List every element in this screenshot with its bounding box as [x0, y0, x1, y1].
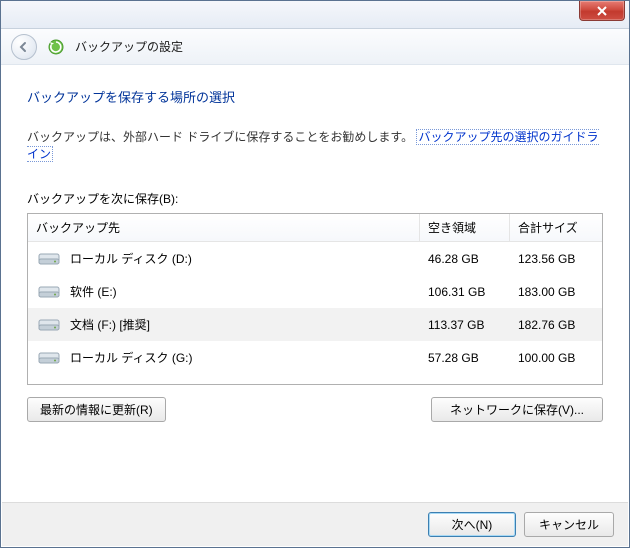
drive-name: ローカル ディスク (G:): [70, 349, 193, 366]
page-heading: バックアップを保存する場所の選択: [27, 87, 603, 106]
close-button[interactable]: [579, 1, 625, 21]
intro-text-row: バックアップは、外部ハード ドライブに保存することをお勧めします。 バックアップ…: [27, 128, 603, 162]
next-button[interactable]: 次へ(N): [428, 512, 516, 537]
list-label: バックアップを次に保存(B):: [27, 190, 603, 207]
save-network-button[interactable]: ネットワークに保存(V)...: [431, 397, 603, 422]
column-header-total[interactable]: 合計サイズ: [510, 214, 602, 241]
window-title: バックアップの設定: [75, 38, 183, 55]
action-button-row: 最新の情報に更新(R) ネットワークに保存(V)...: [27, 397, 603, 422]
total-size: 123.56 GB: [510, 252, 602, 266]
column-header-destination[interactable]: バックアップ先: [28, 214, 420, 241]
back-button[interactable]: [11, 34, 37, 60]
back-arrow-icon: [18, 41, 30, 53]
column-header-free[interactable]: 空き領域: [420, 214, 510, 241]
table-body: ローカル ディスク (D:) 46.28 GB123.56 GB 软件 (E:) 10…: [28, 242, 602, 374]
table-row[interactable]: 文档 (F:) [推奨] 113.37 GB182.76 GB: [28, 308, 602, 341]
titlebar: [1, 1, 629, 29]
content-area: バックアップを保存する場所の選択 バックアップは、外部ハード ドライブに保存する…: [1, 65, 629, 432]
drive-cell: ローカル ディスク (D:): [28, 250, 420, 267]
free-space: 113.37 GB: [420, 318, 510, 332]
drive-cell: ローカル ディスク (G:): [28, 349, 420, 366]
header-bar: バックアップの設定: [1, 29, 629, 65]
drive-icon: [38, 317, 60, 333]
drive-cell: 软件 (E:): [28, 283, 420, 300]
table-spacer: [28, 374, 602, 384]
drive-icon: [38, 251, 60, 267]
total-size: 100.00 GB: [510, 351, 602, 365]
total-size: 183.00 GB: [510, 285, 602, 299]
window-frame: バックアップの設定 バックアップを保存する場所の選択 バックアップは、外部ハード…: [0, 0, 630, 548]
total-size: 182.76 GB: [510, 318, 602, 332]
close-icon: [596, 6, 608, 16]
footer: 次へ(N) キャンセル: [2, 502, 628, 546]
cancel-button[interactable]: キャンセル: [524, 512, 614, 537]
free-space: 57.28 GB: [420, 351, 510, 365]
free-space: 46.28 GB: [420, 252, 510, 266]
drive-icon: [38, 350, 60, 366]
drive-name: 文档 (F:) [推奨]: [70, 316, 150, 333]
table-row[interactable]: 软件 (E:) 106.31 GB183.00 GB: [28, 275, 602, 308]
intro-text: バックアップは、外部ハード ドライブに保存することをお勧めします。: [27, 130, 413, 144]
drive-name: ローカル ディスク (D:): [70, 250, 192, 267]
destination-table: バックアップ先 空き領域 合計サイズ ローカル ディスク (D:) 46.28 G…: [27, 213, 603, 385]
drive-cell: 文档 (F:) [推奨]: [28, 316, 420, 333]
free-space: 106.31 GB: [420, 285, 510, 299]
drive-icon: [38, 284, 60, 300]
drive-name: 软件 (E:): [70, 283, 117, 300]
refresh-button[interactable]: 最新の情報に更新(R): [27, 397, 166, 422]
table-row[interactable]: ローカル ディスク (D:) 46.28 GB123.56 GB: [28, 242, 602, 275]
table-header: バックアップ先 空き領域 合計サイズ: [28, 214, 602, 242]
table-row[interactable]: ローカル ディスク (G:) 57.28 GB100.00 GB: [28, 341, 602, 374]
backup-app-icon: [47, 38, 65, 56]
